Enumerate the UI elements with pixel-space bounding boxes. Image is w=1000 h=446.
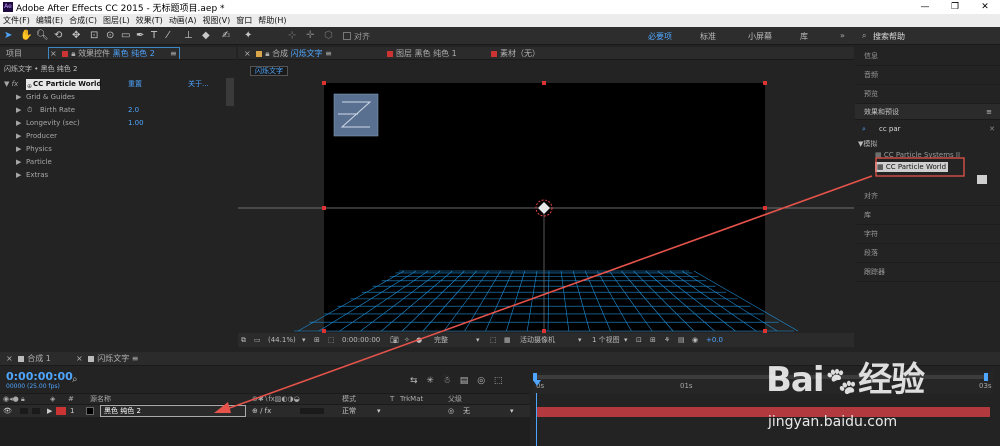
watermark-baidu-logo: Bai🐾︎经验 bbox=[766, 360, 925, 400]
ae-window: Ae Adobe After Effects CC 2015 - 无标题项目.a… bbox=[0, 0, 1000, 446]
watermark-url: jingyan.baidu.com bbox=[768, 414, 898, 430]
annotation-arrow-head bbox=[214, 402, 231, 413]
annotation-highlight-box bbox=[875, 157, 965, 177]
baidu-jingyan-watermark: Bai🐾︎经验 jingyan.baidu.com bbox=[760, 350, 1000, 446]
